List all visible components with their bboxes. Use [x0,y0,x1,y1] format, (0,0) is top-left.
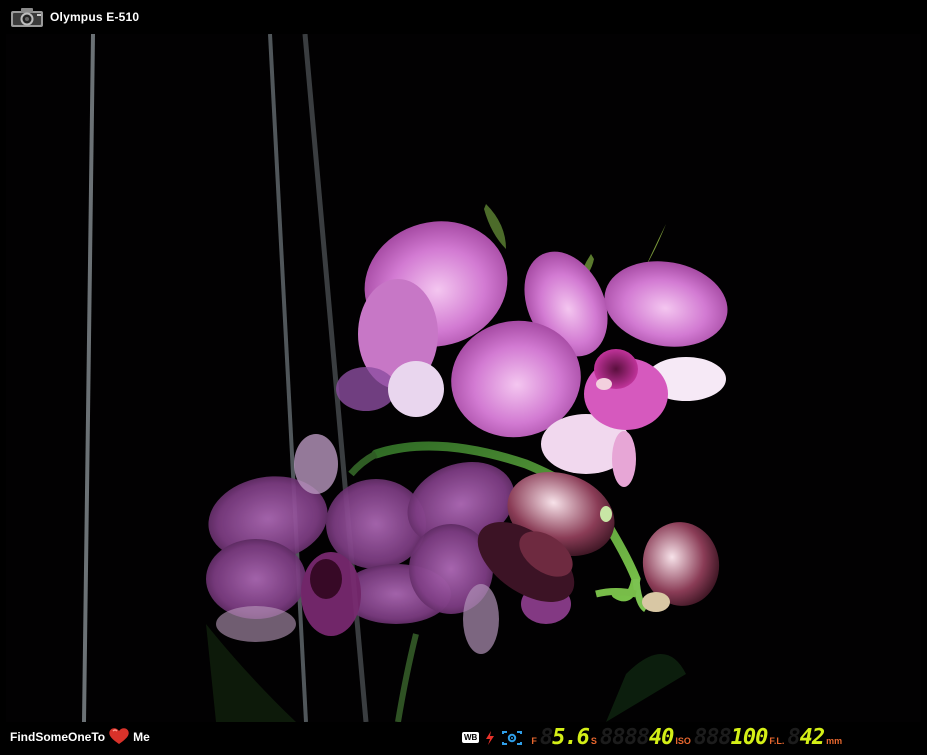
white-balance-icon: WB [462,732,480,743]
flash-icon [485,730,495,745]
exif-readout: WB F 8 5.6 S 8888 40 ISO 888 100 F.L. 8 42 m… [462,724,845,751]
header-bar: Olympus E-510 [0,0,927,34]
brand-logo: FindSomeOneTo Me [10,727,150,748]
shutter-ghost-digits: 8888 [599,725,650,750]
focal-unit-label: mm [826,736,843,746]
iso-ghost-digits: 888 [693,725,732,750]
focal-length-value: 42 [799,725,825,750]
iso-value: 100 [730,725,769,750]
aperture-label: F [531,736,537,746]
shutter-value: 40 [648,725,674,750]
camera-icon [10,6,44,28]
brand-text-start: FindSomeOneTo [10,730,106,744]
brand-text-end: Me [133,730,150,744]
footer-bar: FindSomeOneTo Me WB F 8 5.6 S 8888 40 IS… [0,722,927,755]
shutter-readout: 8888 40 [599,725,674,750]
aperture-value: 5.6 [552,725,590,750]
iso-readout: 888 100 [694,725,768,750]
metering-icon [501,730,523,745]
focal-ghost-digits: 8 [787,725,800,750]
aperture-ghost-digits: 8 [539,725,553,750]
photo [6,34,921,722]
focal-length-label: F.L. [769,736,785,746]
camera-model: Olympus E-510 [50,10,140,24]
aperture-readout: 8 5.6 [539,725,590,750]
heart-icon [108,727,130,748]
shutter-label: S [590,736,597,746]
focal-length-readout: 8 42 [787,725,825,750]
iso-label: ISO [675,736,691,746]
